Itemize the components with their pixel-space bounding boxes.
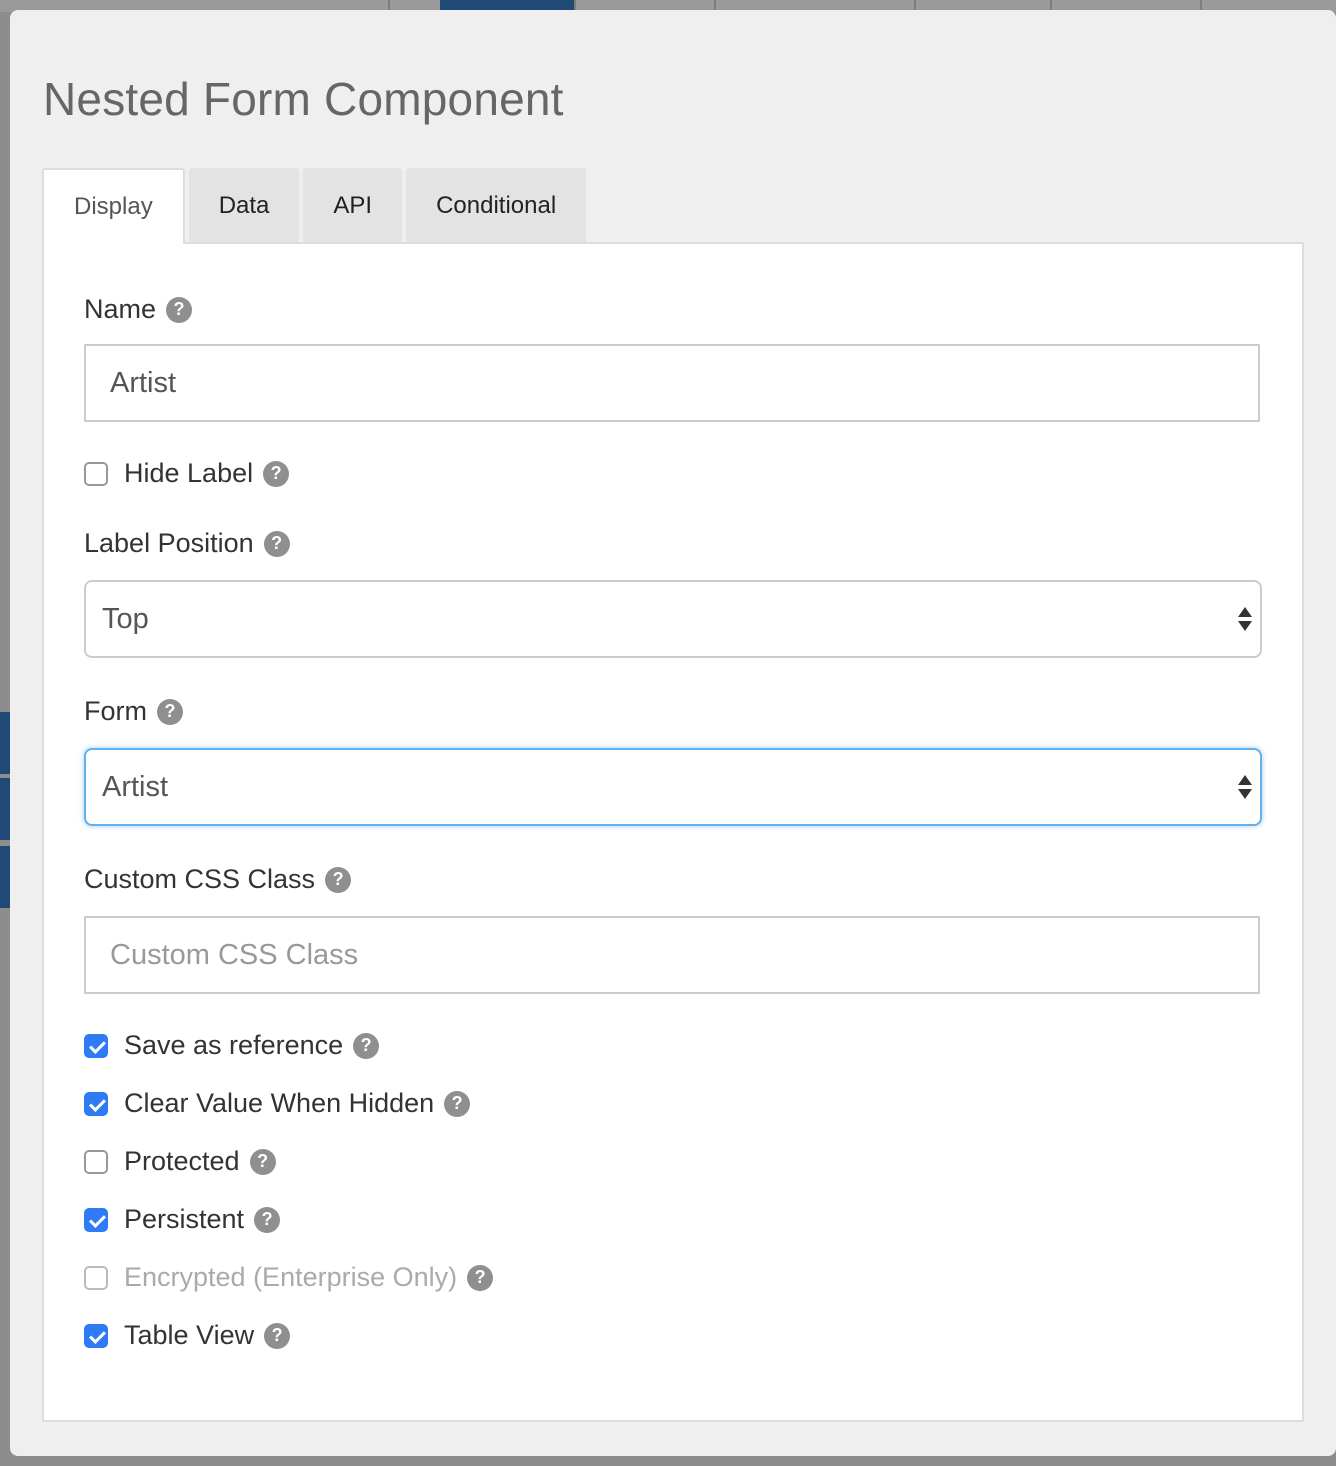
question-circle-icon[interactable]: ? xyxy=(325,866,352,893)
label-position-field-label: Label Position ? xyxy=(84,528,290,559)
name-field-label: Name ? xyxy=(84,294,193,325)
tab-display[interactable]: Display xyxy=(42,168,185,244)
tab-data[interactable]: Data xyxy=(188,168,300,244)
tab-api[interactable]: API xyxy=(303,168,403,244)
protected-checkbox[interactable] xyxy=(84,1149,108,1174)
question-circle-icon[interactable]: ? xyxy=(467,1264,494,1291)
question-circle-icon[interactable]: ? xyxy=(254,1206,281,1233)
question-circle-icon[interactable]: ? xyxy=(353,1032,380,1059)
persistent-text: Persistent xyxy=(124,1204,245,1234)
question-circle-icon[interactable]: ? xyxy=(264,1322,291,1349)
checkmark-icon[interactable] xyxy=(84,1033,108,1058)
question-circle-icon[interactable]: ? xyxy=(263,530,290,557)
form-select[interactable]: Artist xyxy=(84,748,1262,826)
name-input[interactable] xyxy=(84,344,1260,422)
encrypted-checkbox-row: Encrypted (Enterprise Only) ? xyxy=(84,1262,494,1293)
persistent-checkbox-row[interactable]: Persistent ? xyxy=(84,1204,281,1235)
save-as-reference-text: Save as reference xyxy=(124,1030,344,1060)
custom-css-label-text: Custom CSS Class xyxy=(84,864,316,894)
updown-arrows-icon xyxy=(1238,775,1252,799)
custom-css-field-label: Custom CSS Class ? xyxy=(84,864,352,895)
form-label-text: Form xyxy=(84,696,147,726)
question-circle-icon[interactable]: ? xyxy=(157,698,183,725)
display-tab-panel: Name ? Hide Label ? Label Position ? Top… xyxy=(42,242,1304,1422)
question-circle-icon[interactable]: ? xyxy=(249,1148,276,1175)
clear-value-when-hidden-text: Clear Value When Hidden xyxy=(124,1088,435,1118)
table-view-checkbox-row[interactable]: Table View ? xyxy=(84,1320,291,1351)
question-circle-icon[interactable]: ? xyxy=(263,460,290,487)
checkmark-icon[interactable] xyxy=(84,1323,108,1348)
question-circle-icon[interactable]: ? xyxy=(444,1090,471,1117)
label-position-label-text: Label Position xyxy=(84,528,254,558)
protected-checkbox-row[interactable]: Protected ? xyxy=(84,1146,276,1177)
form-field-label: Form ? xyxy=(84,696,183,727)
encrypted-checkbox xyxy=(84,1265,108,1290)
table-view-text: Table View xyxy=(124,1320,255,1350)
hide-label-checkbox[interactable] xyxy=(84,461,108,486)
label-position-select[interactable]: Top xyxy=(84,580,1262,658)
label-position-selected-value: Top xyxy=(102,602,149,635)
encrypted-text: Encrypted (Enterprise Only) xyxy=(124,1262,458,1292)
clear-value-when-hidden-checkbox-row[interactable]: Clear Value When Hidden ? xyxy=(84,1088,471,1119)
save-as-reference-checkbox-row[interactable]: Save as reference ? xyxy=(84,1030,380,1061)
hide-label-checkbox-row[interactable]: Hide Label ? xyxy=(84,458,290,489)
checkmark-icon[interactable] xyxy=(84,1091,108,1116)
custom-css-input[interactable] xyxy=(84,916,1260,994)
name-label-text: Name xyxy=(84,294,157,324)
protected-text: Protected xyxy=(124,1146,240,1176)
form-selected-value: Artist xyxy=(102,770,169,803)
modal-title: Nested Form Component xyxy=(43,73,564,125)
tab-bar: Display Data API Conditional xyxy=(42,168,590,244)
tab-conditional[interactable]: Conditional xyxy=(406,168,587,244)
updown-arrows-icon xyxy=(1238,607,1252,631)
checkmark-icon[interactable] xyxy=(84,1207,108,1232)
question-circle-icon[interactable]: ? xyxy=(166,296,193,323)
component-settings-modal: Nested Form Component Display Data API C… xyxy=(10,10,1336,1456)
hide-label-text: Hide Label xyxy=(124,458,254,488)
